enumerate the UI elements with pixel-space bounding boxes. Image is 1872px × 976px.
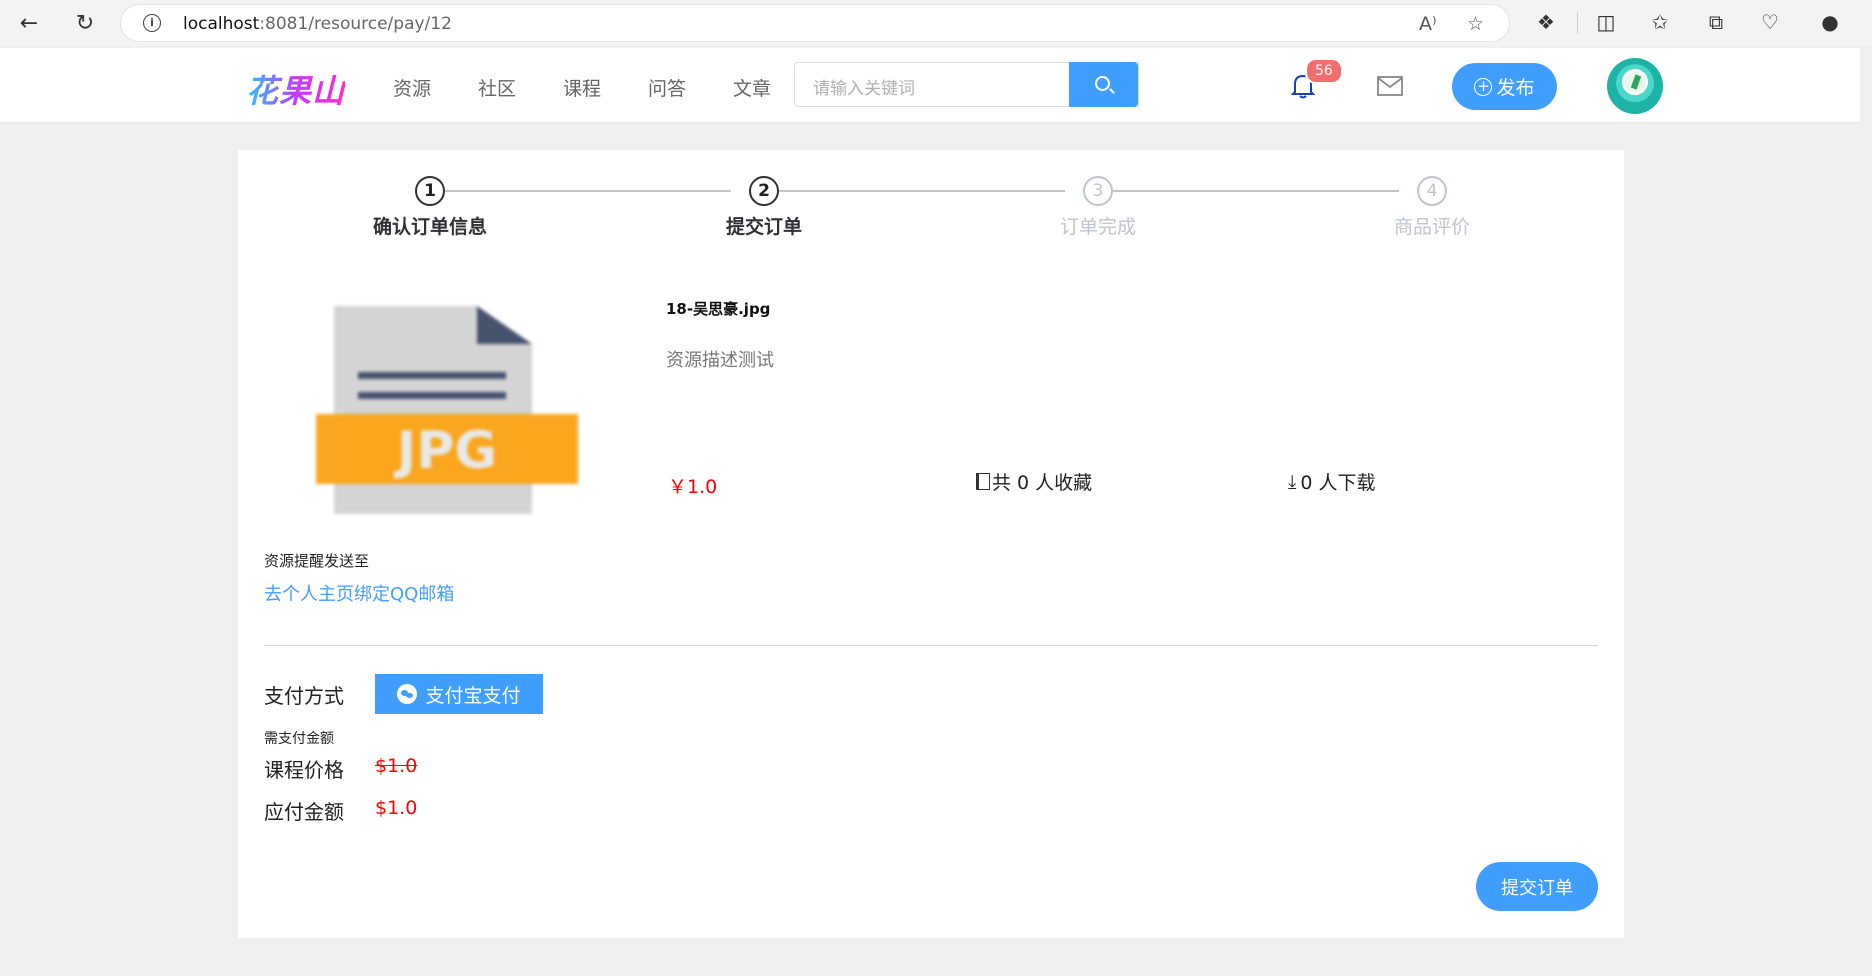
step-order-complete: 3 订单完成 — [998, 176, 1198, 239]
url-host: localhost — [183, 14, 260, 34]
plus-circle-icon: + — [1474, 77, 1493, 96]
collections-icon[interactable]: ⧉ — [1702, 10, 1730, 34]
extensions-icon[interactable]: ❖ — [1532, 10, 1560, 34]
step-number: 1 — [415, 176, 445, 206]
avatar[interactable] — [1607, 58, 1663, 114]
mail-icon[interactable] — [1377, 76, 1403, 96]
split-screen-icon[interactable]: ◫ — [1592, 10, 1620, 34]
step-submit-order: 2 提交订单 — [664, 176, 864, 239]
need-pay-label: 需支付金额 — [264, 731, 334, 747]
notification-badge: 56 — [1305, 58, 1343, 84]
nav-courses[interactable]: 课程 — [563, 74, 601, 101]
download-icon: ⤓ — [1288, 470, 1297, 493]
step-label: 提交订单 — [725, 216, 802, 238]
url-path: :8081/resource/pay/12 — [259, 14, 452, 34]
step-confirm-order: 1 确认订单信息 — [330, 176, 530, 239]
profile-icon[interactable]: ● — [1816, 10, 1844, 34]
browser-essentials-icon[interactable]: ♡ — [1756, 10, 1784, 34]
step-review: 4 商品评价 — [1332, 176, 1532, 239]
nav-resources[interactable]: 资源 — [393, 74, 431, 101]
publish-label: 发布 — [1496, 77, 1535, 99]
reload-icon[interactable]: ↻ — [68, 6, 102, 40]
step-label: 订单完成 — [1059, 216, 1136, 238]
search-icon — [1095, 76, 1110, 91]
search-button[interactable] — [1069, 62, 1138, 107]
publish-button[interactable]: + 发布 — [1452, 63, 1557, 110]
resource-description: 资源描述测试 — [666, 350, 774, 371]
step-label: 商品评价 — [1393, 216, 1470, 238]
step-connector — [1099, 190, 1399, 192]
site-logo[interactable]: 花果山 — [246, 66, 345, 112]
browser-toolbar: ← ↻ i localhost:8081/resource/pay/12 A⁾ … — [0, 0, 1872, 46]
bookmark-icon — [976, 473, 990, 490]
payable-value: $1.0 — [375, 797, 418, 819]
resource-title: 18-吴思豪.jpg — [666, 300, 771, 318]
site-header: 花果山 资源 社区 课程 问答 文章 请输入关键词 56 + 发布 — [0, 48, 1860, 123]
payable-label: 应付金额 — [264, 800, 344, 824]
downloads-count: ⤓ 0 人下载 — [1288, 468, 1376, 495]
step-label: 确认订单信息 — [372, 216, 487, 238]
submit-order-button[interactable]: 提交订单 — [1476, 862, 1598, 911]
notify-label: 资源提醒发送至 — [264, 552, 370, 570]
search-placeholder: 请输入关键词 — [813, 79, 915, 99]
read-aloud-icon[interactable]: A⁾ — [1419, 13, 1437, 35]
avatar-logo-icon — [1622, 69, 1648, 95]
back-arrow-icon[interactable]: ← — [12, 6, 46, 40]
toolbar-separator — [1577, 12, 1578, 34]
course-price-label: 课程价格 — [264, 758, 344, 782]
thumb-ext-label: JPG — [394, 421, 497, 481]
jpg-file-icon: JPG — [316, 306, 578, 514]
nav-qa[interactable]: 问答 — [648, 74, 686, 101]
bind-qq-email-link[interactable]: 去个人主页绑定QQ邮箱 — [264, 580, 454, 606]
site-info-icon[interactable]: i — [143, 14, 161, 32]
divider — [264, 645, 1598, 646]
nav-articles[interactable]: 文章 — [733, 74, 771, 101]
payment-method-label: 支付方式 — [264, 684, 344, 708]
step-number: 2 — [749, 176, 779, 206]
alipay-label: 支付宝支付 — [425, 684, 521, 707]
step-number: 3 — [1083, 176, 1113, 206]
resource-price: ￥1.0 — [668, 476, 718, 498]
nav-community[interactable]: 社区 — [478, 74, 516, 101]
url-text[interactable]: localhost:8081/resource/pay/12 — [183, 14, 452, 34]
favorites-count: 共 0 人收藏 — [976, 468, 1092, 495]
step-number: 4 — [1417, 176, 1447, 206]
favorites-text: 共 0 人收藏 — [992, 472, 1093, 494]
address-bar[interactable]: i localhost:8081/resource/pay/12 A⁾ ☆ — [120, 4, 1510, 42]
favorite-star-icon[interactable]: ☆ — [1467, 13, 1484, 35]
downloads-text: 0 人下载 — [1300, 472, 1376, 494]
chat-bubble-icon — [397, 684, 418, 704]
scrollbar[interactable] — [1860, 46, 1872, 976]
course-price-value: $1.0 — [375, 755, 418, 777]
order-card: 1 确认订单信息 2 提交订单 3 订单完成 4 商品评价 JPG 18-吴思豪… — [238, 150, 1624, 938]
step-connector — [431, 190, 731, 192]
favorites-list-icon[interactable]: ✩ — [1646, 10, 1674, 34]
step-connector — [765, 190, 1065, 192]
alipay-button[interactable]: 支付宝支付 — [375, 674, 543, 714]
